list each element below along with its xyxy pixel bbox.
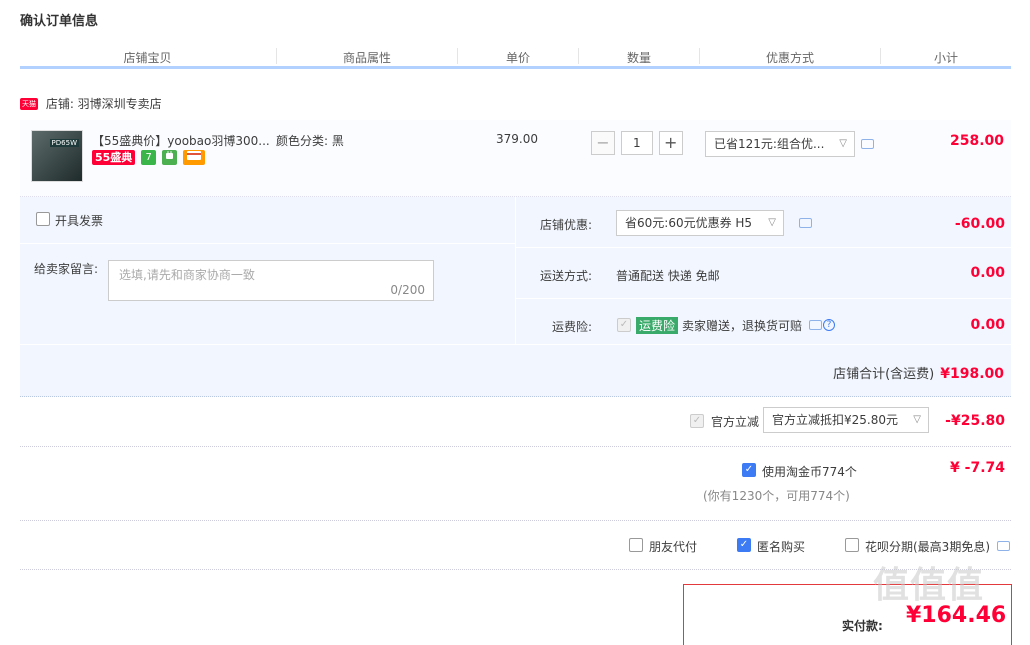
col-price: 单价	[505, 51, 530, 65]
shop-name[interactable]: 店铺: 羽博深圳专卖店	[46, 97, 162, 111]
insurance-badge: 运费险	[636, 317, 679, 334]
official-discount-amount: -¥25.80	[945, 413, 1005, 429]
order-item-row: PD65W 【55盛典价】yoobao羽博300... 55盛典 7 颜色分类:…	[20, 120, 1011, 197]
item-subtotal: 258.00	[949, 133, 1004, 149]
coins-label: 使用淘金币774个	[762, 465, 857, 479]
chevron-down-icon: ▽	[839, 138, 847, 149]
seven-day-return-icon: 7	[141, 150, 157, 165]
official-discount-select[interactable]: 官方立减抵扣¥25.80元 ▽	[763, 407, 929, 433]
message-textarea[interactable]: 选填,请先和商家协商一致 0/200	[108, 260, 434, 301]
product-thumbnail[interactable]: PD65W	[31, 130, 83, 182]
col-attr: 商品属性	[342, 51, 391, 65]
chevron-down-icon: ▽	[913, 414, 921, 425]
shop-discount-amount: -60.00	[954, 216, 1005, 232]
official-discount-checkbox: ✓	[690, 414, 704, 428]
shop-discount-value: 省60元:60元优惠券 H5	[625, 216, 753, 230]
col-discount: 优惠方式	[765, 51, 814, 65]
product-badges: 55盛典 7	[92, 150, 205, 165]
insurance-label: 运费险:	[552, 320, 593, 334]
col-qty: 数量	[626, 51, 651, 65]
shop-total: 店铺合计(含运费) ¥198.00	[833, 363, 1004, 382]
shop-discount-select[interactable]: 省60元:60元优惠券 H5 ▽	[616, 210, 784, 236]
chat-icon[interactable]	[997, 541, 1010, 551]
qty-plus-button[interactable]: +	[658, 131, 683, 155]
coins-checkbox[interactable]: ✓	[742, 463, 756, 477]
order-options-panel: 开具发票 给卖家留言: 选填,请先和商家协商一致 0/200 店铺优惠: 省60…	[20, 197, 1012, 397]
product-attribute: 颜色分类: 黑	[276, 134, 344, 148]
official-discount-label: 官方立减	[711, 415, 760, 429]
insurance-checkbox: ✓	[617, 318, 631, 332]
message-counter: 0/200	[390, 283, 425, 297]
huabei-label: 花呗分期(最高3期免息)	[865, 540, 990, 554]
quantity-stepper: − 1 +	[591, 131, 683, 156]
message-placeholder: 选填,请先和商家协商一致	[119, 268, 255, 282]
shop-total-amount: ¥198.00	[940, 366, 1004, 382]
coins-sub: (你有1230个，可用774个)	[703, 489, 850, 503]
huabei-checkbox[interactable]	[845, 538, 859, 552]
chat-icon[interactable]	[799, 218, 812, 228]
insurance-amount: 0.00	[970, 317, 1005, 333]
qty-minus-button[interactable]: −	[591, 131, 615, 155]
shipping-value: 普通配送 快递 免邮	[616, 269, 720, 283]
insurance-desc: 卖家赠送，退换货可赔	[682, 319, 803, 333]
insurance-text: 运费险 卖家赠送，退换货可赔	[636, 317, 802, 334]
item-discount-select[interactable]: 已省121元:组合优... ▽	[705, 131, 855, 157]
chevron-down-icon: ▽	[768, 217, 776, 228]
product-title-link[interactable]: 【55盛典价】yoobao羽博300...	[92, 132, 270, 149]
qty-input[interactable]: 1	[620, 131, 653, 155]
coins-amount: ¥ -7.74	[950, 460, 1005, 476]
android-icon	[161, 150, 177, 165]
item-discount-value: 已省121元:组合优...	[714, 137, 825, 151]
shop-line: 天猫 店铺: 羽博深圳专卖店	[20, 95, 162, 111]
message-label: 给卖家留言:	[34, 262, 99, 276]
friend-pay-label: 朋友代付	[649, 540, 698, 554]
anonymous-label: 匿名购买	[757, 540, 806, 554]
anonymous-checkbox[interactable]: ✓	[737, 538, 751, 552]
promo-badge: 55盛典	[92, 150, 136, 165]
col-item: 店铺宝贝	[123, 51, 172, 65]
unit-price: 379.00	[496, 132, 538, 146]
payment-label: 实付款:	[842, 619, 883, 633]
shipping-amount: 0.00	[970, 265, 1005, 281]
friend-pay-checkbox[interactable]	[629, 538, 643, 552]
chat-icon[interactable]	[861, 139, 874, 149]
tmall-icon: 天猫	[20, 97, 38, 110]
invoice-label: 开具发票	[55, 214, 104, 228]
official-discount-value: 官方立减抵扣¥25.80元	[772, 413, 898, 427]
col-subtotal: 小计	[933, 51, 958, 65]
shop-discount-label: 店铺优惠:	[540, 218, 593, 232]
page-title: 确认订单信息	[20, 14, 99, 29]
help-icon[interactable]: ?	[823, 319, 835, 331]
column-header: 店铺宝贝 商品属性 单价 数量 优惠方式 小计	[20, 46, 1011, 69]
shipping-label: 运送方式:	[540, 269, 593, 283]
chat-icon[interactable]	[809, 320, 822, 330]
invoice-checkbox[interactable]	[36, 212, 50, 226]
card-icon	[182, 150, 205, 165]
shop-total-label: 店铺合计(含运费)	[833, 367, 935, 382]
watermark-logo: 值值值	[873, 565, 985, 606]
thumb-tag: PD65W	[49, 139, 79, 147]
